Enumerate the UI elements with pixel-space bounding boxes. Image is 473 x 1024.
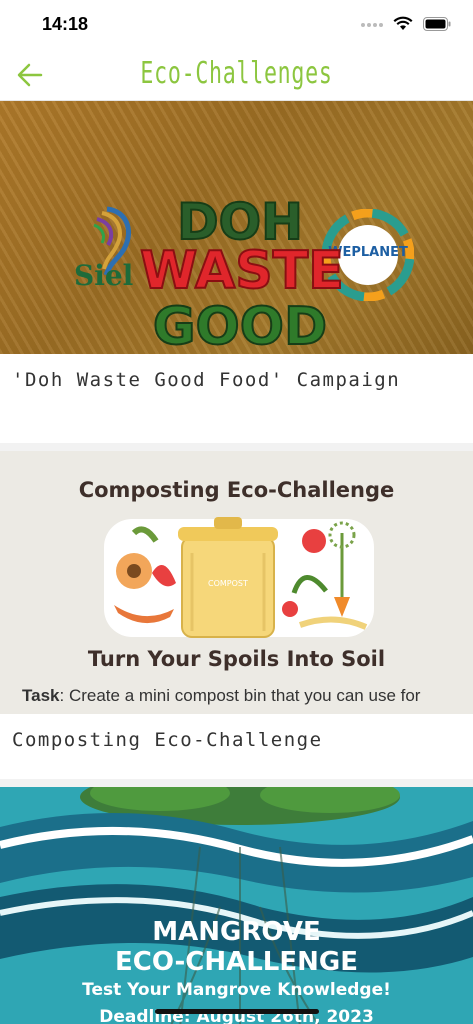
banner-line-eco-challenge: ECO-CHALLENGE xyxy=(115,947,358,977)
status-bar: 14:18 xyxy=(0,0,473,50)
wifi-icon xyxy=(393,16,413,36)
siel-logo-text: Siel xyxy=(74,259,134,292)
banner-title: Composting Eco-Challenge xyxy=(78,478,395,502)
banner-task-label: Task xyxy=(22,686,60,705)
challenge-title: 'Doh Waste Good Food' Campaign xyxy=(12,369,401,391)
home-indicator[interactable] xyxy=(155,1009,319,1014)
banner-line-test: Test Your Mangrove Knowledge! xyxy=(82,980,391,1000)
challenge-list: Siel WEPLANET DOH WASTE GOOD FOOD 'Doh W… xyxy=(0,101,473,1024)
banner-line-good-food: GOOD FOOD xyxy=(152,296,328,354)
banner-task-text: : Create a mini compost bin that you can… xyxy=(59,686,421,705)
compost-bin-label: COMPOST xyxy=(208,579,248,588)
back-button[interactable] xyxy=(14,60,48,90)
challenge-banner-image: Siel WEPLANET DOH WASTE GOOD FOOD xyxy=(0,101,473,354)
banner-line-waste: WASTE xyxy=(139,240,345,302)
challenge-banner-image: Composting Eco-Challenge COMPOST Turn Yo… xyxy=(0,451,473,714)
battery-icon xyxy=(423,16,451,36)
challenge-card-doh-waste[interactable]: Siel WEPLANET DOH WASTE GOOD FOOD 'Doh W… xyxy=(0,101,473,443)
challenge-title: Composting Eco-Challenge xyxy=(12,729,323,751)
banner-task: Task: Create a mini compost bin that you… xyxy=(22,686,420,706)
divider xyxy=(0,443,473,451)
challenge-card-mangrove[interactable]: MANGROVE ECO-CHALLENGE Test Your Mangrov… xyxy=(0,787,473,1024)
siel-logo: Siel xyxy=(72,201,142,296)
banner-line-mangrove: MANGROVE xyxy=(152,917,321,947)
status-icons xyxy=(361,16,451,36)
signal-icon xyxy=(361,17,383,35)
challenge-card-composting[interactable]: Composting Eco-Challenge COMPOST Turn Yo… xyxy=(0,451,473,779)
banner-subtitle: Turn Your Spoils Into Soil xyxy=(87,647,386,671)
page-title: Eco-Challenges xyxy=(140,56,333,91)
navigation-bar: Eco-Challenges xyxy=(0,50,473,101)
challenge-banner-image: MANGROVE ECO-CHALLENGE Test Your Mangrov… xyxy=(0,787,473,1024)
compost-illustration: COMPOST xyxy=(104,513,374,641)
divider xyxy=(0,779,473,787)
arrow-left-icon xyxy=(14,63,48,94)
status-time: 14:18 xyxy=(42,14,89,34)
